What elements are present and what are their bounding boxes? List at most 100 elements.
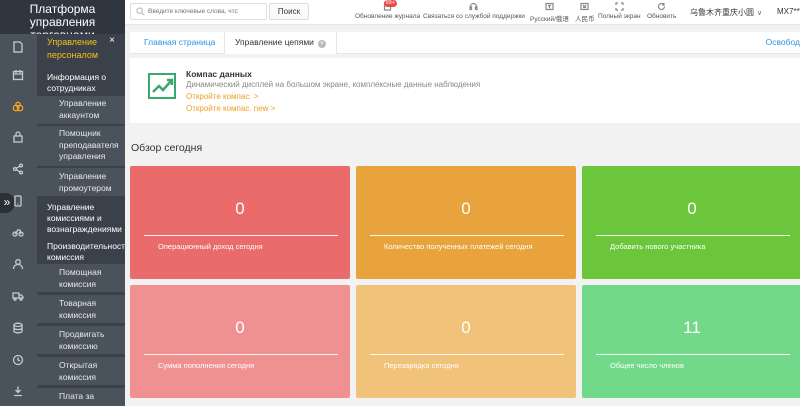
tab-home[interactable]: Главная страница (134, 32, 225, 54)
sidebar-close-button[interactable]: × (109, 35, 115, 46)
download-icon[interactable] (11, 384, 25, 398)
close-icon[interactable]: × (317, 40, 326, 48)
database-icon[interactable] (11, 321, 25, 335)
sidebar-item-assist-commission[interactable]: Помощная комиссия (37, 264, 125, 292)
sidebar-header: Управление персоналом × (37, 34, 125, 68)
sidebar-item-promote-commission[interactable]: Продвигать комиссию (37, 326, 125, 354)
top-bar: Поиск 99+ Обновление журнала Связаться с… (125, 0, 800, 25)
release-tabs-button[interactable]: Освобод (766, 32, 800, 53)
sidebar-item-label: Открытая комиссия (59, 360, 98, 382)
divider (596, 235, 790, 236)
divider (370, 354, 564, 355)
tab-chain-management[interactable]: Управление цепями × (224, 32, 337, 54)
sidebar-item-label: Плата за (59, 391, 95, 401)
stat-value: 11 (683, 318, 701, 337)
headset-icon (469, 2, 479, 11)
sidebar-group-staff-info[interactable]: Информация о сотрудниках (47, 72, 125, 94)
language-icon (545, 2, 554, 11)
calendar-icon[interactable] (11, 68, 25, 82)
lock-icon[interactable] (11, 130, 25, 144)
sidebar-item-label: Помощная комиссия (59, 267, 102, 289)
bike-icon[interactable] (11, 225, 25, 239)
tool-label: Обновить (647, 13, 677, 20)
user-account[interactable]: MX7**** (777, 7, 800, 16)
sidebar-item-label: Управление промоутером (59, 171, 112, 193)
sidebar-item-label: Помощник преподавателя управления (59, 128, 119, 161)
stat-label: Сумма пополнения сегодня (158, 361, 255, 370)
open-compass-link[interactable]: Откройте компас. > (186, 92, 258, 101)
stat-label: Перезарядка сегодня (384, 361, 459, 370)
language-button[interactable]: Русский/俄语 (530, 2, 569, 23)
stat-value: 0 (687, 199, 697, 218)
store-name: 乌鲁木齐重庆小圆 (690, 8, 754, 17)
compass-description: Динамический дисплей на большом экране, … (186, 80, 481, 89)
stat-value: 0 (461, 318, 471, 337)
search-box (130, 3, 267, 20)
tool-label: 人民币 (575, 16, 595, 23)
stat-card-revenue[interactable]: 0 Операционный доход сегодня (130, 166, 350, 279)
sidebar-group-commissions[interactable]: Управление комиссиями и вознаграждениями (47, 202, 125, 235)
log-update-button[interactable]: 99+ Обновление журнала (355, 0, 421, 20)
refresh-button[interactable]: Обновить (647, 2, 676, 20)
search-input[interactable] (148, 5, 262, 18)
tab-label: Управление цепями (235, 37, 314, 47)
store-switcher[interactable]: 乌鲁木齐重庆小圆 ∨ (690, 7, 762, 18)
secondary-sidebar: Управление персоналом × Информация о сот… (37, 34, 125, 406)
stat-card-new-members[interactable]: 0 Добавить нового участника (582, 166, 800, 279)
fullscreen-button[interactable]: Полный экран (598, 2, 641, 20)
stat-label: Добавить нового участника (610, 242, 706, 251)
tool-label: Полный экран (598, 13, 641, 20)
stat-card-total-members[interactable]: 11 Общее число членов (582, 285, 800, 398)
search-icon (136, 7, 145, 16)
tool-label: Обновление журнала (355, 13, 421, 20)
truck-icon[interactable] (11, 289, 25, 303)
user-icon[interactable] (11, 257, 25, 271)
sidebar-item-label: Товарная комиссия (59, 298, 97, 320)
tab-bar: Главная страница Управление цепями × Осво… (130, 32, 800, 54)
divider (370, 235, 564, 236)
log-icon: 99+ (383, 0, 397, 11)
sidebar-group-performance[interactable]: Производительность комиссия (47, 241, 125, 263)
sidebar-item-teaching-assistant[interactable]: Помощник преподавателя управления (37, 126, 125, 166)
sidebar-item-label: Управление аккаунтом (59, 98, 107, 120)
sidebar-item-account[interactable]: Управление аккаунтом (37, 96, 125, 124)
share-icon[interactable] (11, 162, 25, 176)
stat-label: Операционный доход сегодня (158, 242, 263, 251)
refresh-icon (657, 2, 666, 11)
overview-title: Обзор сегодня (131, 142, 203, 154)
currency-button[interactable]: 人民币 (575, 2, 595, 23)
divider (596, 354, 790, 355)
sidebar-item-product-commission[interactable]: Товарная комиссия (37, 295, 125, 323)
stat-value: 0 (235, 318, 245, 337)
support-button[interactable]: Связаться со службой поддержки (423, 2, 525, 20)
brand-title: Платформа управления торговцами (0, 0, 125, 42)
icon-rail (0, 34, 37, 406)
document-icon[interactable] (11, 40, 25, 54)
sidebar-item-label: Продвигать комиссию (59, 329, 105, 351)
chevron-down-icon: ∨ (757, 10, 763, 17)
data-compass-card: Компас данных Динамический дисплей на бо… (130, 58, 800, 123)
stat-card-payments[interactable]: 0 Количество полученных платежей сегодня (356, 166, 576, 279)
clock-icon[interactable] (11, 353, 25, 367)
stat-value: 0 (461, 199, 471, 218)
open-compass-new-link[interactable]: Откройте компас. new > (186, 104, 275, 113)
sidebar-item-fee[interactable]: Плата за (37, 388, 125, 406)
sidebar-item-promoter[interactable]: Управление промоутером (37, 168, 125, 196)
fullscreen-icon (615, 2, 624, 11)
log-badge: 99+ (383, 0, 397, 7)
currency-icon (580, 2, 589, 11)
chart-trend-icon (148, 73, 176, 99)
users-icon[interactable] (11, 100, 25, 114)
stat-card-recharge[interactable]: 0 Перезарядка сегодня (356, 285, 576, 398)
sidebar-toggle-button[interactable]: » (0, 193, 14, 213)
search-button[interactable]: Поиск (269, 3, 309, 20)
stat-label: Количество полученных платежей сегодня (384, 242, 533, 251)
stat-label: Общее число членов (610, 361, 684, 370)
sidebar-title: Управление персоналом (47, 37, 99, 60)
divider (144, 354, 338, 355)
sidebar-item-open-commission[interactable]: Открытая комиссия (37, 357, 125, 385)
divider (144, 235, 338, 236)
tool-label: Связаться со службой поддержки (423, 13, 525, 20)
compass-title: Компас данных (186, 69, 252, 79)
stat-card-topup-amount[interactable]: 0 Сумма пополнения сегодня (130, 285, 350, 398)
